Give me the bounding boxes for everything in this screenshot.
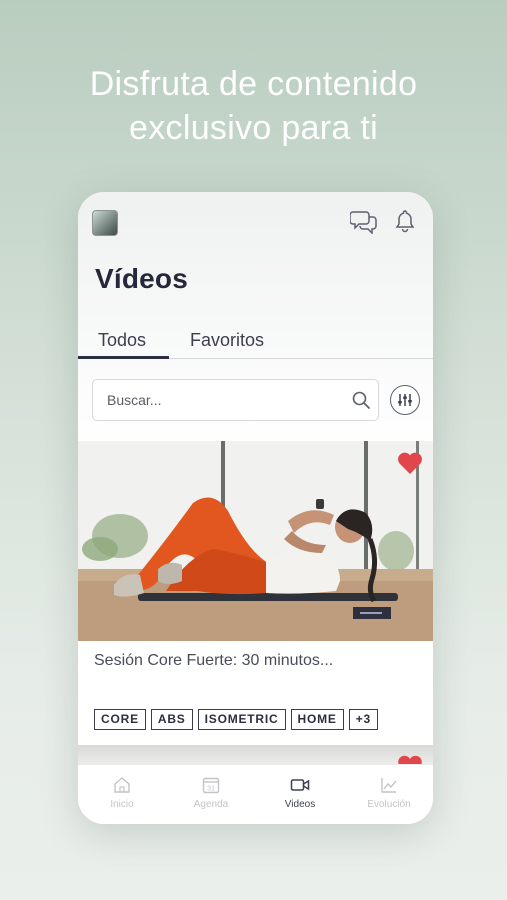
nav-item-videos[interactable]: Videos <box>256 765 344 824</box>
nav-item-agenda[interactable]: 31 Agenda <box>167 765 255 824</box>
promo-headline-line1: Disfruta de contenido <box>89 65 418 103</box>
nav-item-evolucion[interactable]: Evolución <box>345 765 433 824</box>
tab-favoritos[interactable]: Favoritos <box>190 330 264 351</box>
calendar-icon: 31 <box>202 777 220 794</box>
promo-headline: Disfruta de contenido exclusivo para ti <box>0 62 507 150</box>
search-box[interactable] <box>92 379 379 421</box>
phone-screen: Vídeos Todos Favoritos Buscar... Sesión … <box>78 192 433 824</box>
tag-list: CORE ABS ISOMETRIC HOME +3 <box>94 709 383 730</box>
tab-bar: Todos Favoritos <box>78 330 433 358</box>
tag-core[interactable]: CORE <box>94 709 146 730</box>
tag-abs[interactable]: ABS <box>150 709 193 730</box>
nav-label-inicio: Inicio <box>110 799 134 810</box>
video-camera-icon <box>290 779 310 791</box>
home-icon <box>114 777 130 793</box>
search-icon[interactable] <box>351 390 371 410</box>
favorite-heart-icon[interactable] <box>396 450 424 476</box>
nav-label-videos: Videos <box>284 799 316 810</box>
workout-photo <box>78 441 433 641</box>
chart-icon <box>381 778 397 793</box>
search-input[interactable] <box>105 380 339 420</box>
calendar-day: 31 <box>207 786 215 793</box>
bottom-navigation: Inicio 31 Agenda Videos Evolución <box>78 764 433 824</box>
video-thumbnail[interactable] <box>78 441 433 641</box>
next-video-card[interactable] <box>78 745 433 765</box>
chat-bubbles-icon[interactable] <box>350 208 378 234</box>
nav-item-inicio[interactable]: Inicio <box>78 765 166 824</box>
bell-icon[interactable] <box>394 208 416 234</box>
nav-label-evolucion: Evolución <box>367 799 411 810</box>
tag-home[interactable]: HOME <box>290 709 344 730</box>
app-logo-icon[interactable] <box>92 210 118 236</box>
tag-more[interactable]: +3 <box>348 709 378 730</box>
nav-label-agenda: Agenda <box>193 799 229 810</box>
sliders-icon <box>398 394 412 406</box>
promo-headline-line2: exclusivo para ti <box>129 109 378 147</box>
filter-button[interactable] <box>390 385 420 415</box>
active-tab-indicator <box>78 356 169 359</box>
tag-isometric[interactable]: ISOMETRIC <box>197 709 286 730</box>
video-title[interactable]: Sesión Core Fuerte: 30 minutos... <box>94 652 333 670</box>
page-title: Vídeos <box>95 263 189 294</box>
tab-todos[interactable]: Todos <box>98 330 146 351</box>
